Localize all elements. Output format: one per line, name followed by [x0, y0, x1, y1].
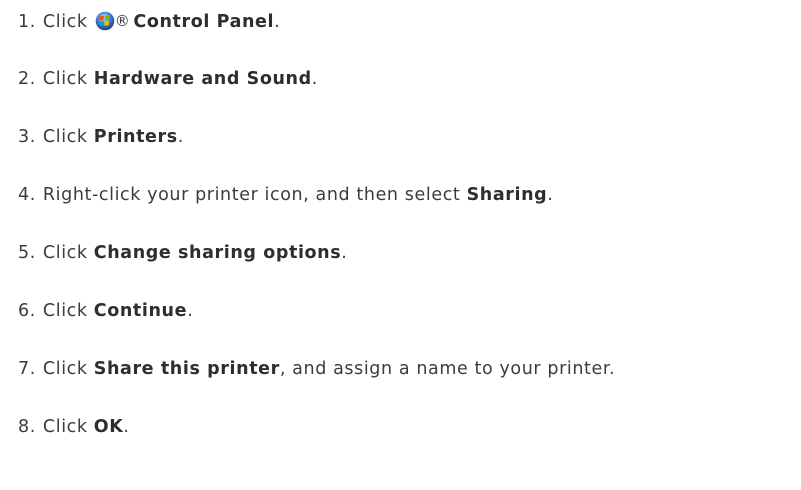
- step-bold-text: Continue: [93, 301, 188, 321]
- step-text: Click: [42, 359, 94, 379]
- step-bold-text: Control Panel: [133, 12, 275, 32]
- step-number: 7.: [18, 359, 36, 379]
- step-number: 5.: [18, 243, 36, 263]
- step-7: 7. Click Share this printer, and assign a…: [18, 356, 615, 382]
- step-number: 8.: [18, 417, 36, 437]
- step-text-end: .: [341, 243, 348, 263]
- step-bold-text: OK: [93, 417, 124, 437]
- step-text: Right-click your printer icon, and then …: [42, 185, 467, 205]
- step-bold-text: Printers: [93, 127, 178, 147]
- registered-mark: ®: [114, 12, 131, 30]
- step-number: 6.: [18, 301, 36, 321]
- step-bold-text: Change sharing options: [93, 243, 342, 263]
- step-2: 2. Click Hardware and Sound.: [18, 66, 615, 92]
- step-text-end: , and assign a name to your printer.: [279, 359, 616, 379]
- step-text: Click: [42, 127, 94, 147]
- step-3: 3. Click Printers.: [18, 124, 615, 150]
- step-text-end: .: [123, 417, 130, 437]
- step-5: 5. Click Change sharing options.: [18, 240, 615, 266]
- step-4: 4. Right-click your printer icon, and the…: [18, 182, 615, 208]
- step-text: Click: [42, 69, 94, 89]
- step-1: 1. Click ® Control Panel.: [18, 8, 615, 34]
- step-text: Click: [42, 417, 94, 437]
- step-text-end: .: [274, 12, 281, 32]
- step-text-end: .: [177, 127, 184, 147]
- step-text: Click: [42, 243, 94, 263]
- step-number: 4.: [18, 185, 36, 205]
- step-number: 3.: [18, 127, 36, 147]
- step-bold-text: Share this printer: [93, 359, 280, 379]
- step-text-end: .: [311, 69, 318, 89]
- step-6: 6. Click Continue.: [18, 298, 615, 324]
- step-8: 8. Click OK.: [18, 414, 615, 440]
- step-text-end: .: [187, 301, 194, 321]
- instruction-steps-list: 1. Click ® Control Panel. 2. Click Hardware…: [18, 8, 615, 440]
- step-bold-text: Sharing: [466, 185, 548, 205]
- step-text: Click: [42, 12, 94, 32]
- windows-start-icon: [95, 11, 115, 31]
- step-text-end: .: [547, 185, 554, 205]
- step-number: 2.: [18, 69, 36, 89]
- step-text: Click: [42, 301, 94, 321]
- step-bold-text: Hardware and Sound: [93, 69, 312, 89]
- step-number: 1.: [18, 12, 36, 32]
